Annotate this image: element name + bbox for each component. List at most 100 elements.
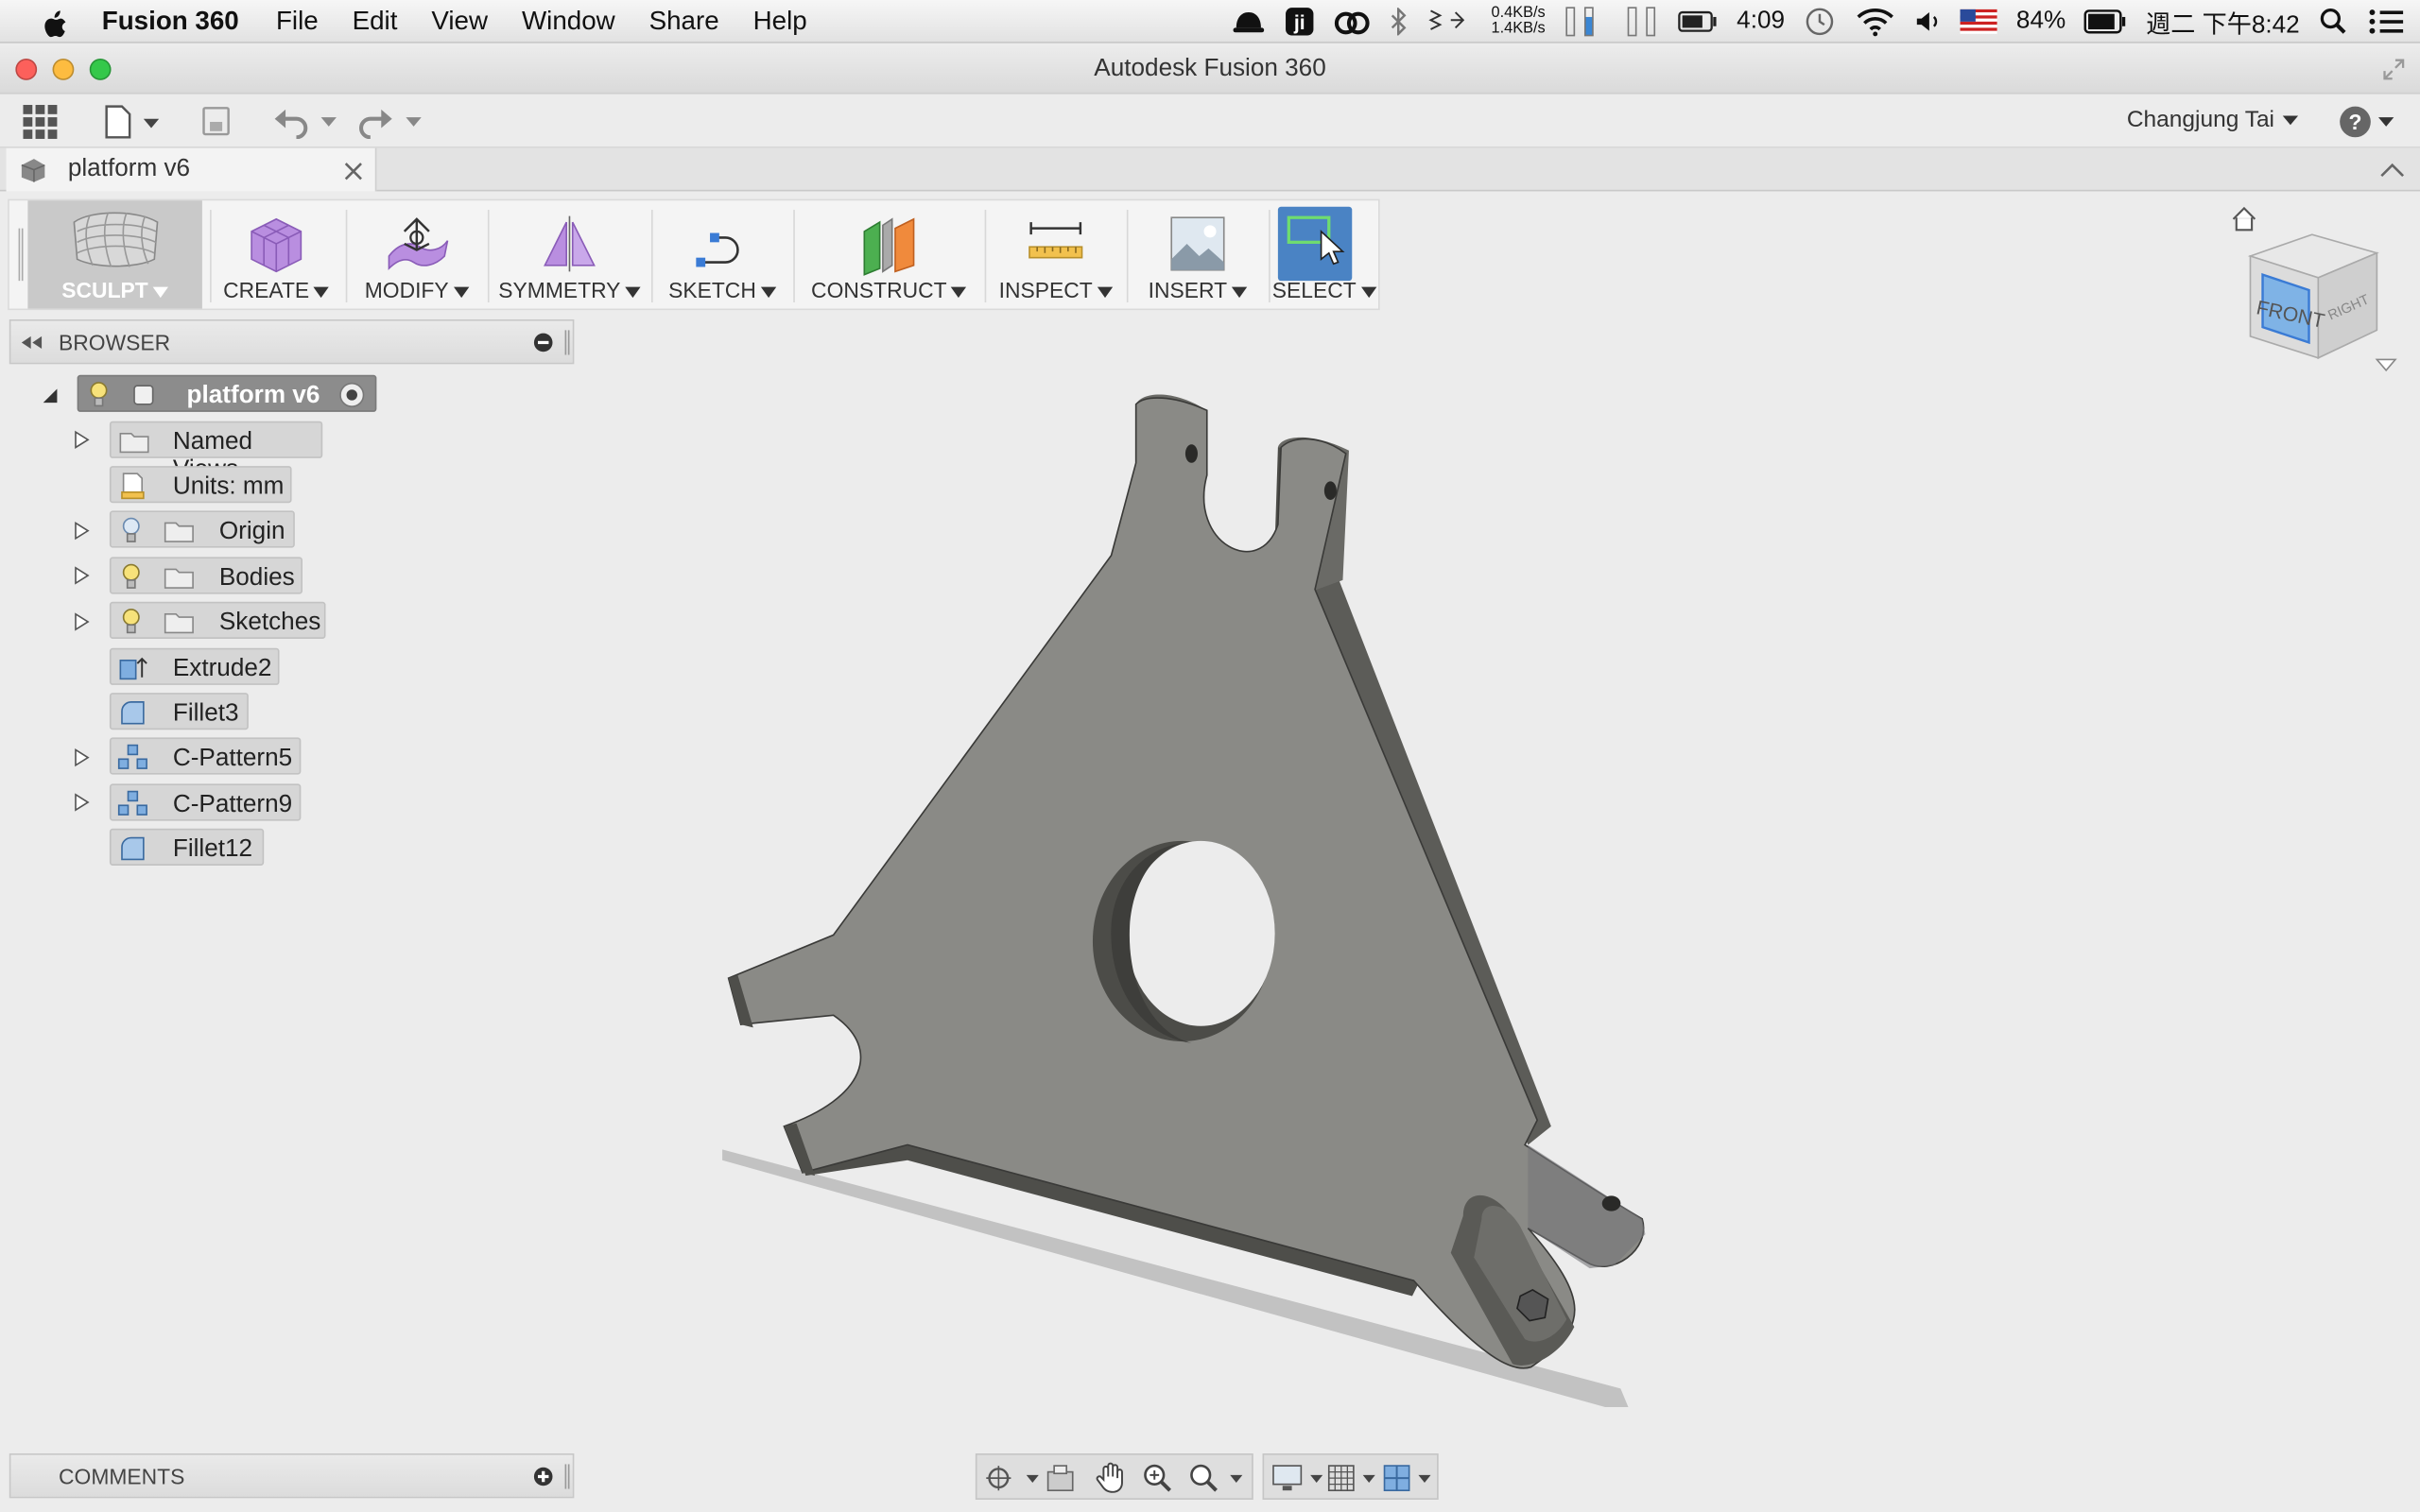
help-icon[interactable]: ? [2337,103,2402,140]
root-expanded-arrow-icon[interactable] [40,386,59,404]
expand-arrow-icon[interactable] [74,793,90,812]
activate-component-radio-icon[interactable] [338,381,366,408]
menu-view[interactable]: View [431,6,488,37]
sketch-menu[interactable]: SKETCH [658,200,787,308]
insert-menu[interactable]: INSERT [1132,200,1262,308]
data-panel-grid-icon[interactable] [22,103,59,140]
apple-menu-icon[interactable] [37,4,71,38]
inspect-menu[interactable]: INSPECT [991,200,1120,308]
browser-item-c-pattern9[interactable]: C-Pattern9 [109,783,302,821]
close-tab-icon[interactable] [342,161,364,182]
workspace-switcher[interactable]: SCULPT [27,200,202,309]
expand-arrow-icon[interactable] [74,566,90,585]
spotlight-search-icon[interactable] [2318,7,2349,38]
comments-panel-header[interactable]: COMMENTS [9,1453,575,1499]
create-label: CREATE [223,277,310,303]
wifi-icon[interactable] [1856,7,1895,38]
system-monitor-icon[interactable] [1426,7,1473,38]
user-menu-caret-icon[interactable] [2281,112,2300,128]
model-viewport[interactable] [679,370,1698,1435]
browser-item-units[interactable]: Units: mm [109,466,292,504]
menu-edit[interactable]: Edit [353,6,398,37]
circular-pattern-icon [117,790,147,816]
add-comment-icon[interactable] [532,1466,554,1487]
document-tab[interactable]: platform v6 [6,147,377,192]
collapse-browser-icon[interactable] [20,335,44,350]
pan-hand-icon[interactable] [1095,1461,1129,1495]
circular-pattern-icon [117,744,147,769]
visibility-bulb-icon[interactable] [120,563,142,591]
browser-item-c-pattern5[interactable]: C-Pattern5 [109,737,302,775]
comments-grip[interactable] [564,1464,570,1489]
fit-zoom-window-icon[interactable] [1187,1461,1249,1495]
ji-app-icon[interactable]: ji [1285,7,1316,38]
memory-meter-icon[interactable] [1564,5,1607,39]
ribbon-grip[interactable] [18,228,24,282]
folder-icon [164,568,194,589]
browser-item-named-views[interactable]: Named Views [109,421,323,483]
viewports-icon[interactable] [1381,1463,1437,1494]
save-icon[interactable] [200,105,232,139]
construct-menu[interactable]: CONSTRUCT [800,200,978,308]
redo-icon[interactable] [355,105,426,139]
battery-icon[interactable] [2084,9,2128,34]
display-settings-icon[interactable] [1270,1463,1326,1494]
browser-item-fillet12[interactable]: Fillet12 [109,828,265,866]
fullscreen-icon[interactable] [2381,57,2406,81]
clock[interactable]: 週二 下午8:42 [2146,3,2300,40]
orbit-icon[interactable] [983,1463,1039,1494]
creative-cloud-icon[interactable] [1334,8,1371,35]
browser-item-fillet3[interactable]: Fillet3 [109,693,249,730]
select-menu[interactable]: SELECT [1271,200,1376,308]
expand-arrow-icon[interactable] [74,748,90,767]
collapse-chevron-icon[interactable] [2378,161,2406,180]
sculpt-workspace-icon [72,212,158,267]
bluetooth-icon[interactable] [1390,8,1409,36]
expand-arrow-icon[interactable] [74,430,90,450]
us-flag-icon[interactable] [1961,9,1998,34]
file-menu-icon[interactable] [102,105,164,139]
viewcube-box[interactable]: FRONT RIGHT [2244,225,2383,367]
user-name[interactable]: Changjung Tai [2127,107,2274,133]
fillet-feature-icon [121,836,145,861]
units-document-icon [121,472,145,500]
menu-share[interactable]: Share [649,6,719,37]
expand-arrow-icon[interactable] [74,612,90,631]
sketch-icon [696,232,739,267]
visibility-bulb-off-icon[interactable] [120,517,142,544]
browser-item-label: Sketches [218,609,321,636]
menu-app-name[interactable]: Fusion 360 [102,6,239,37]
undo-icon[interactable] [271,105,342,139]
menu-file[interactable]: File [276,6,319,37]
look-at-icon[interactable] [1045,1463,1076,1494]
browser-item-sketches[interactable]: Sketches [109,601,326,639]
browser-root-item[interactable]: platform v6 [77,374,377,412]
visibility-bulb-icon[interactable] [120,608,142,635]
zoom-icon[interactable] [1141,1461,1175,1495]
viewcube-menu-icon[interactable] [2374,355,2398,374]
disk-meter-icon[interactable] [1626,5,1660,39]
browser-item-extrude2[interactable]: Extrude2 [109,647,280,685]
inspect-label: INSPECT [998,277,1093,303]
symmetry-menu[interactable]: SYMMETRY [493,200,645,308]
browser-panel-header: BROWSER [9,318,575,365]
menu-help[interactable]: Help [753,6,807,37]
modify-menu[interactable]: MODIFY [352,200,481,308]
grid-settings-icon[interactable] [1325,1463,1381,1494]
menu-window[interactable]: Window [522,6,615,37]
construct-label: CONSTRUCT [811,277,947,303]
visibility-bulb-icon[interactable] [88,381,110,408]
create-menu[interactable]: CREATE [213,200,339,308]
hat-icon[interactable] [1232,8,1266,35]
notification-center-icon[interactable] [2368,7,2405,38]
browser-minimize-icon[interactable] [532,332,554,353]
browser-item-origin[interactable]: Origin [109,510,295,548]
volume-icon[interactable] [1914,8,1942,35]
folder-icon [119,432,149,454]
browser-item-bodies[interactable]: Bodies [109,557,303,594]
time-machine-icon[interactable] [1804,5,1838,39]
battery-small-icon[interactable] [1678,10,1718,32]
expand-arrow-icon[interactable] [74,522,90,541]
browser-grip[interactable] [564,330,570,355]
viewcube[interactable]: FRONT RIGHT [2222,198,2408,383]
